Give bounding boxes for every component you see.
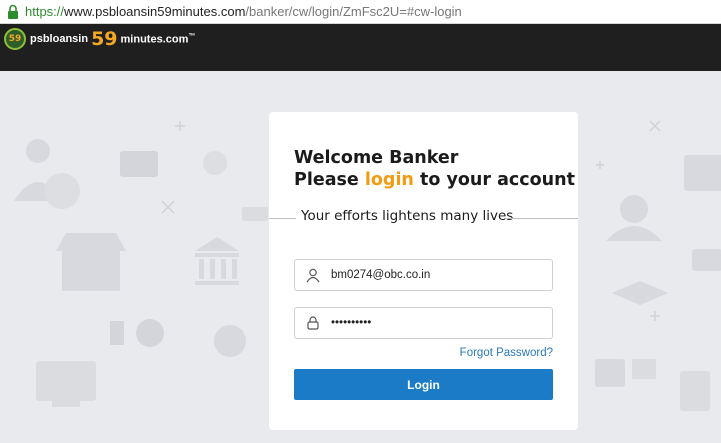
logo-number: 59: [91, 28, 118, 50]
password-field[interactable]: [294, 307, 553, 339]
logo-suffix: minutes.com™: [121, 33, 196, 46]
site-header: 59 psbloansin 59 minutes.com™: [0, 24, 721, 71]
trademark: ™: [188, 32, 196, 40]
heading-line-2-end: to your account: [413, 170, 575, 190]
url-host: www.psbloansin59minutes.com: [64, 4, 246, 19]
email-field[interactable]: [294, 259, 553, 291]
address-bar[interactable]: https://www.psbloansin59minutes.com/bank…: [0, 0, 721, 24]
url-scheme: https://: [25, 4, 65, 19]
email-input[interactable]: [331, 269, 541, 281]
tagline-divider-left: [269, 218, 296, 219]
logo-prefix: psbloansin: [30, 33, 89, 45]
forgot-password-link[interactable]: Forgot Password?: [460, 347, 553, 359]
tagline-row: Your efforts lightens many lives: [269, 208, 578, 228]
user-icon: [295, 260, 331, 290]
tagline-text: Your efforts lightens many lives: [301, 208, 514, 224]
lock-icon: [8, 4, 18, 19]
key-lock-icon: [295, 308, 331, 338]
tagline-divider-right: [505, 218, 578, 219]
heading-line-2: Please login to your account: [294, 169, 575, 191]
heading-line-2-start: Please: [294, 170, 365, 190]
login-heading: Welcome Banker Please login to your acco…: [294, 147, 575, 191]
heading-line-1: Welcome Banker: [294, 148, 459, 168]
password-input[interactable]: [331, 317, 541, 329]
url-path: /banker/cw/login/ZmFsc2U=#cw-login: [245, 4, 462, 19]
login-button[interactable]: Login: [294, 369, 553, 400]
logo-badge: 59: [4, 28, 26, 50]
login-card: Welcome Banker Please login to your acco…: [269, 112, 578, 430]
heading-accent-word: login: [364, 170, 414, 190]
site-logo[interactable]: 59 psbloansin 59 minutes.com™: [4, 28, 195, 50]
logo-suffix-text: minutes.com: [120, 33, 189, 46]
